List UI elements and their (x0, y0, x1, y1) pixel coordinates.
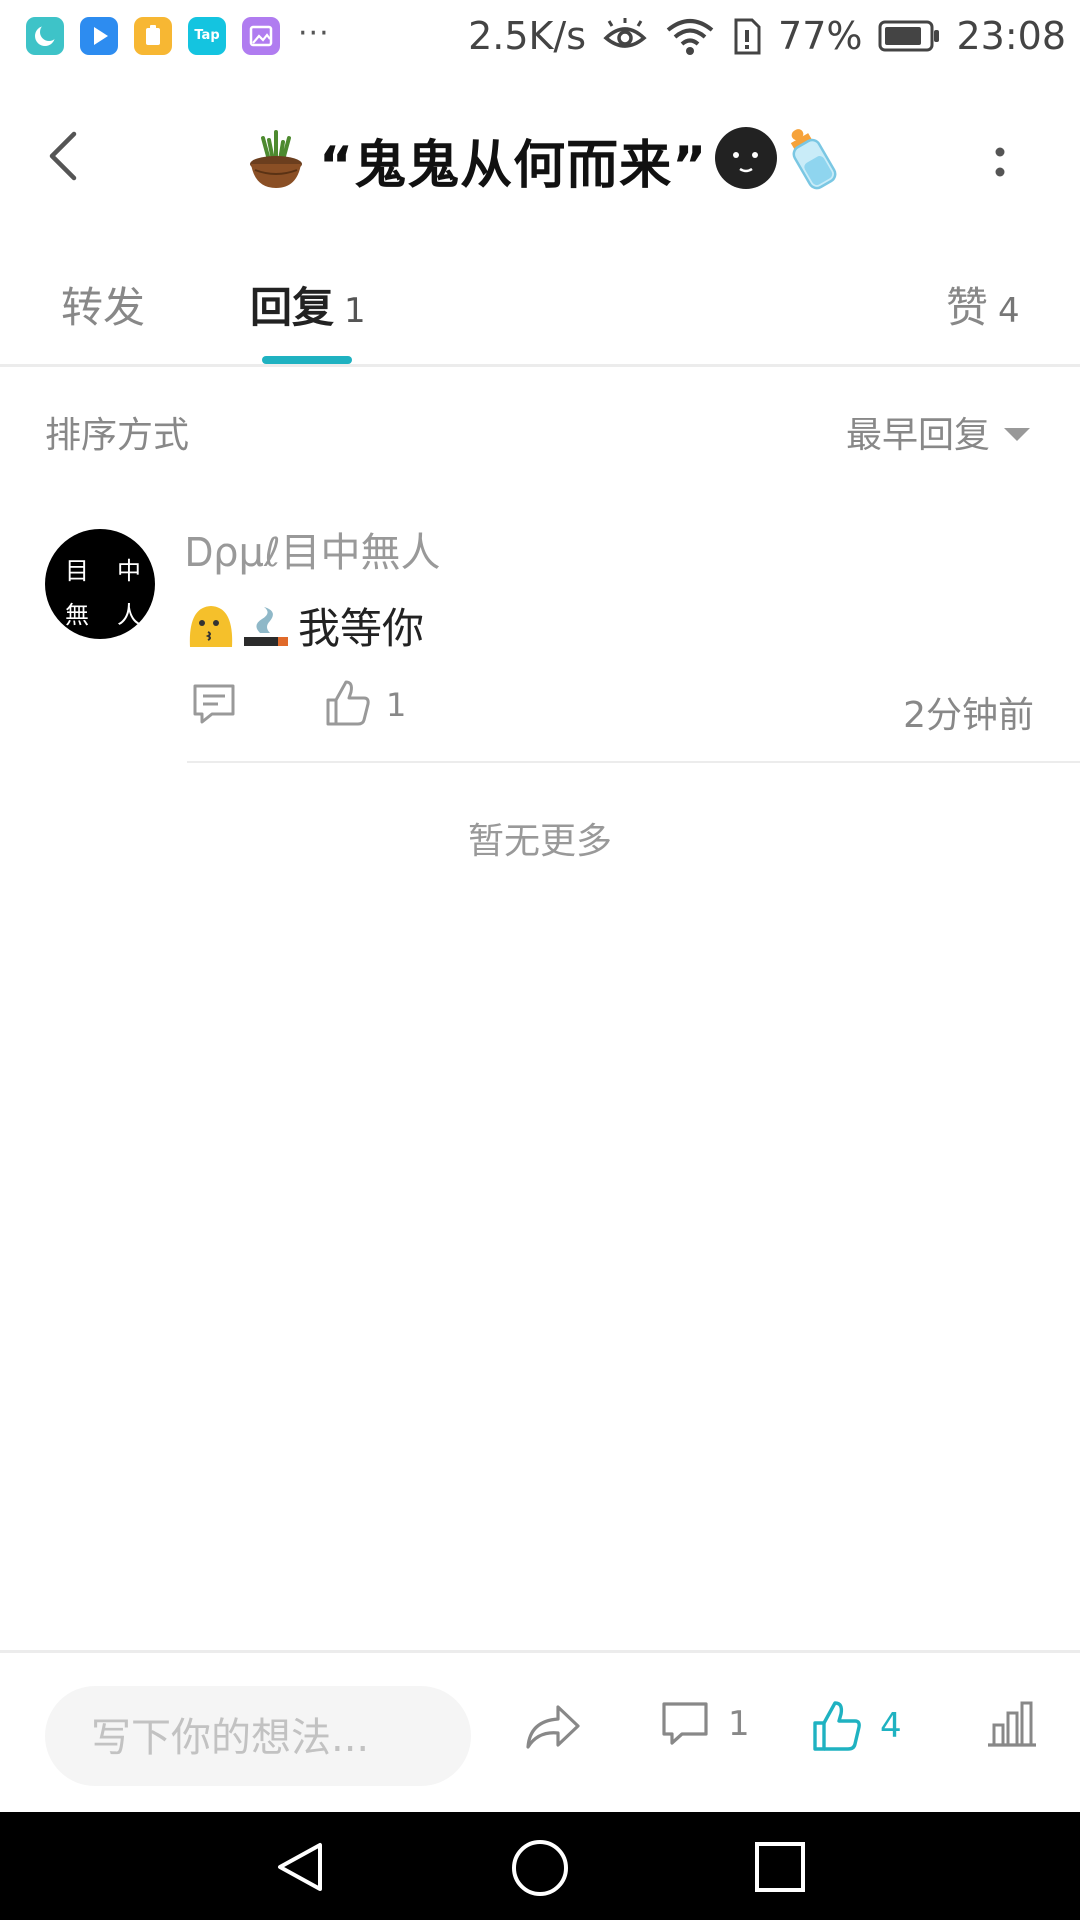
active-tab-indicator (262, 356, 352, 364)
comment-body: 我等你 (186, 595, 424, 656)
circle-home-icon (512, 1840, 568, 1896)
yellow-app-icon (134, 17, 172, 55)
avatar-char: 目 (65, 557, 89, 585)
status-bar: Tap ··· 2.5K/s 77% 23:08 (0, 0, 1080, 72)
wifi-icon (664, 16, 716, 56)
triangle-back-icon (278, 1843, 322, 1891)
net-speed: 2.5K/s (468, 14, 587, 58)
tab-bar: 转发 回复 1 赞 4 (0, 262, 1080, 367)
avatar-char: 人 (117, 601, 141, 629)
caret-down-icon (1004, 427, 1030, 441)
tab-repost-label: 转发 (61, 283, 146, 332)
kissing-face-emoji (186, 603, 236, 649)
like-count: 4 (880, 1706, 902, 1746)
comment-text: 我等你 (298, 604, 425, 653)
chevron-left-icon (49, 131, 77, 181)
avatar-char: 中 (117, 557, 141, 585)
square-recents-icon (755, 1842, 805, 1892)
more-options-button[interactable] (980, 130, 1020, 190)
reply-input[interactable] (89, 1714, 453, 1762)
nav-recents-button[interactable] (752, 1839, 808, 1899)
comment-bubble-icon (193, 684, 235, 724)
post-title: “鬼鬼从何而来” (245, 120, 837, 200)
avatar-char: 無 (65, 601, 89, 629)
taptap-label: Tap (194, 28, 220, 43)
stats-button[interactable] (986, 1699, 1038, 1749)
clock: 23:08 (956, 14, 1066, 58)
share-arrow-icon (526, 1705, 580, 1749)
sort-order-dropdown[interactable]: 最早回复 (846, 406, 1030, 458)
comment-like-count: 1 (386, 686, 407, 724)
potted-plant-emoji (245, 124, 307, 196)
comment-bubble-icon (662, 1702, 708, 1745)
bottom-action-bar: 1 4 (0, 1650, 1080, 1813)
tab-likes-label: 赞 (946, 283, 989, 332)
comment-divider (187, 761, 1080, 763)
comment-like-button[interactable] (325, 678, 371, 728)
battery-icon (878, 19, 940, 53)
gallery-app-icon (242, 17, 280, 55)
tab-likes[interactable]: 赞 4 (946, 274, 1020, 335)
nav-back-button[interactable] (272, 1839, 328, 1899)
status-overflow-dots: ··· (298, 16, 330, 51)
bar-chart-icon (988, 1701, 1036, 1747)
baby-bottle-emoji (785, 124, 837, 196)
reply-input-container[interactable] (45, 1686, 471, 1786)
smoking-emoji (242, 603, 292, 649)
sort-label: 排序方式 (45, 415, 190, 456)
vertical-dots-icon (995, 147, 1005, 177)
comment-timestamp: 2分钟前 (903, 695, 1034, 736)
sort-selected-value: 最早回复 (845, 415, 990, 456)
comment-count: 1 (728, 1704, 750, 1744)
thumbs-up-icon (813, 1701, 861, 1751)
eye-comfort-icon (602, 18, 648, 54)
share-button[interactable] (524, 1701, 582, 1751)
post-title-text: “鬼鬼从何而来” (319, 135, 708, 196)
no-more-indicator: 暂无更多 (467, 821, 612, 862)
reply-comment-button[interactable] (190, 680, 238, 728)
nav-home-button[interactable] (510, 1839, 570, 1901)
tab-likes-count: 4 (998, 291, 1020, 331)
thumbs-up-icon (326, 680, 370, 726)
comment-username[interactable]: Ꭰρμℓ目中無人 (186, 520, 440, 578)
battery-percent: 77% (778, 14, 863, 58)
black-moon-face-emoji (713, 125, 779, 195)
tab-replies[interactable]: 回复 1 (250, 274, 366, 335)
back-button[interactable] (40, 124, 92, 188)
like-button[interactable]: 4 (812, 1699, 902, 1753)
tab-replies-label: 回复 (250, 283, 335, 332)
tab-replies-count: 1 (344, 291, 366, 331)
top-app-bar: “鬼鬼从何而来” (0, 88, 1080, 228)
system-nav-bar (0, 1812, 1080, 1920)
video-play-app-icon (80, 17, 118, 55)
avatar[interactable]: 目 中 無 人 (45, 529, 155, 639)
taptap-app-icon: Tap (188, 17, 226, 55)
sim-alert-icon (732, 16, 762, 56)
moon-app-icon (26, 17, 64, 55)
comment-button[interactable]: 1 (660, 1699, 750, 1749)
tab-repost[interactable]: 转发 (61, 274, 145, 335)
